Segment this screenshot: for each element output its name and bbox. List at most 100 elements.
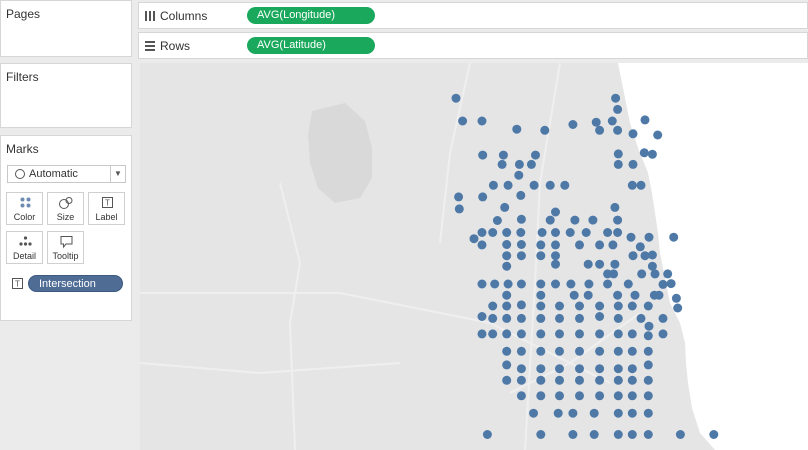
map-mark[interactable]	[613, 149, 623, 159]
map-mark[interactable]	[516, 313, 526, 323]
map-mark[interactable]	[613, 391, 623, 401]
map-mark[interactable]	[630, 290, 640, 300]
map-mark[interactable]	[643, 408, 653, 418]
map-mark[interactable]	[613, 215, 623, 225]
map-mark[interactable]	[551, 240, 560, 250]
map-mark[interactable]	[488, 329, 498, 339]
map-mark[interactable]	[502, 261, 512, 271]
map-mark[interactable]	[627, 364, 637, 374]
map-mark[interactable]	[613, 159, 623, 169]
map-mark[interactable]	[627, 408, 637, 418]
map-mark[interactable]	[643, 375, 653, 385]
map-mark[interactable]	[516, 300, 526, 310]
map-mark[interactable]	[502, 251, 512, 261]
map-mark[interactable]	[540, 125, 550, 135]
map-mark[interactable]	[551, 279, 560, 289]
rows-shelf[interactable]: Rows AVG(Latitude)	[138, 32, 808, 59]
map-mark[interactable]	[595, 312, 605, 321]
map-mark[interactable]	[623, 279, 633, 289]
map-mark[interactable]	[643, 301, 653, 311]
map-mark[interactable]	[613, 290, 623, 300]
map-mark[interactable]	[516, 346, 526, 356]
map-mark[interactable]	[490, 279, 500, 289]
map-mark[interactable]	[613, 408, 623, 418]
map-mark[interactable]	[568, 120, 578, 129]
map-mark[interactable]	[569, 290, 579, 300]
map-mark[interactable]	[595, 329, 605, 339]
map-mark[interactable]	[488, 301, 498, 311]
map-mark[interactable]	[669, 232, 679, 242]
map-mark[interactable]	[503, 180, 513, 190]
map-mark[interactable]	[595, 259, 605, 269]
map-mark[interactable]	[502, 360, 512, 370]
map-mark[interactable]	[666, 279, 676, 289]
map-mark[interactable]	[613, 346, 623, 356]
map-mark[interactable]	[555, 329, 564, 339]
map-mark[interactable]	[553, 408, 563, 418]
map-mark[interactable]	[536, 313, 546, 323]
map-mark[interactable]	[516, 228, 526, 237]
map-mark[interactable]	[477, 116, 487, 126]
map-mark[interactable]	[516, 214, 526, 224]
map-mark[interactable]	[555, 375, 564, 385]
map-mark[interactable]	[595, 364, 605, 374]
map-mark[interactable]	[555, 346, 564, 356]
map-mark[interactable]	[502, 329, 512, 339]
mark-type-dropdown[interactable]: Automatic ▼	[7, 165, 126, 183]
map-mark[interactable]	[555, 313, 564, 323]
map-mark[interactable]	[583, 259, 593, 269]
map-mark[interactable]	[608, 240, 618, 250]
longitude-pill[interactable]: AVG(Longitude)	[247, 7, 375, 24]
map-mark[interactable]	[477, 279, 487, 289]
map-mark[interactable]	[607, 116, 617, 126]
map-mark[interactable]	[551, 251, 560, 261]
map-mark[interactable]	[595, 301, 605, 311]
map-mark[interactable]	[591, 117, 601, 127]
map-mark[interactable]	[639, 148, 649, 158]
map-mark[interactable]	[512, 124, 522, 134]
map-mark[interactable]	[627, 346, 637, 356]
map-mark[interactable]	[565, 228, 575, 237]
map-mark[interactable]	[451, 93, 461, 103]
map-mark[interactable]	[454, 192, 464, 202]
map-mark[interactable]	[627, 329, 637, 339]
map-mark[interactable]	[502, 313, 512, 323]
map-mark[interactable]	[575, 240, 584, 250]
map-mark[interactable]	[502, 346, 512, 356]
map-mark[interactable]	[613, 104, 623, 114]
map-mark[interactable]	[636, 313, 646, 323]
map-mark[interactable]	[500, 202, 510, 212]
map-mark[interactable]	[643, 331, 653, 341]
map-mark[interactable]	[536, 251, 546, 261]
map-mark[interactable]	[536, 301, 546, 311]
map-mark[interactable]	[536, 240, 546, 250]
map-mark[interactable]	[516, 375, 526, 385]
map-mark[interactable]	[575, 329, 584, 339]
map-mark[interactable]	[588, 215, 598, 225]
map-mark[interactable]	[609, 269, 619, 279]
map-mark[interactable]	[529, 180, 539, 190]
map-mark[interactable]	[626, 232, 636, 242]
map-mark[interactable]	[492, 216, 502, 225]
map-mark[interactable]	[613, 430, 623, 439]
map-mark[interactable]	[673, 303, 683, 313]
map-canvas[interactable]	[140, 63, 808, 450]
map-mark[interactable]	[613, 125, 623, 135]
map-mark[interactable]	[613, 329, 623, 339]
map-mark[interactable]	[488, 228, 498, 237]
map-mark[interactable]	[650, 269, 660, 279]
map-mark[interactable]	[551, 228, 560, 237]
map-mark[interactable]	[551, 207, 560, 217]
map-mark[interactable]	[635, 242, 645, 252]
map-mark[interactable]	[555, 391, 564, 401]
map-mark[interactable]	[647, 250, 657, 260]
map-mark[interactable]	[628, 159, 638, 169]
map-mark[interactable]	[637, 269, 647, 279]
map-mark[interactable]	[589, 408, 599, 418]
map-mark[interactable]	[649, 290, 659, 300]
map-mark[interactable]	[516, 329, 526, 339]
map-mark[interactable]	[675, 430, 685, 439]
map-mark[interactable]	[647, 149, 657, 159]
map-mark[interactable]	[628, 251, 638, 261]
pages-card[interactable]: Pages	[0, 0, 132, 57]
